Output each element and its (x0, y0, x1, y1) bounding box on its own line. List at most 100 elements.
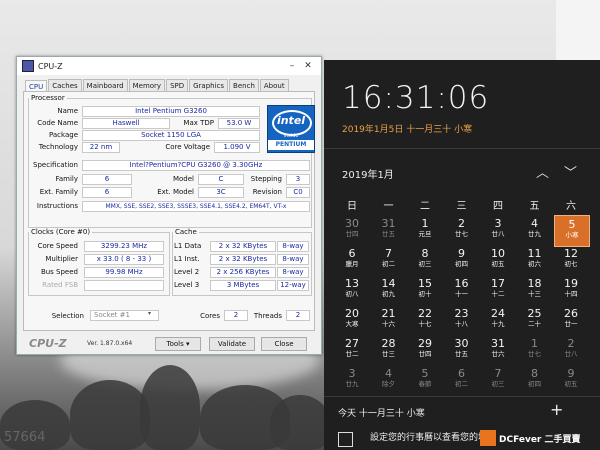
level2-label: Level 2 (174, 268, 200, 276)
calendar-day[interactable]: 30 廿四 (335, 215, 369, 245)
calendar-day[interactable]: 9 初五 (554, 365, 588, 395)
l1data-label: L1 Data (174, 242, 202, 250)
tab-memory[interactable]: Memory (128, 79, 166, 91)
calendar-day[interactable]: 5 春節 (408, 365, 442, 395)
lunar-date: 十六 (382, 320, 395, 328)
calendar-day[interactable]: 19 十四 (554, 275, 588, 305)
tab-graphics[interactable]: Graphics (189, 79, 229, 91)
cores-value: 2 (224, 310, 248, 321)
calendar-day[interactable]: 15 初十 (408, 275, 442, 305)
calendar-day[interactable]: 29 廿四 (408, 335, 442, 365)
calendar-day[interactable]: 8 初四 (518, 365, 552, 395)
day-number: 17 (491, 277, 505, 290)
lunar-date: 十一 (455, 290, 468, 298)
lunar-date: 廿七 (528, 350, 541, 358)
day-number: 1 (531, 337, 538, 350)
day-number: 25 (527, 307, 542, 320)
busspeed-value: 99.98 MHz (84, 267, 164, 278)
calendar-day[interactable]: 20 大寒 (335, 305, 369, 335)
tree (140, 365, 200, 450)
calendar-day[interactable]: 28 廿三 (372, 335, 406, 365)
calendar-day[interactable]: 2 廿八 (554, 335, 588, 365)
clock-calendar-flyout: 16:31:06 2019年1月5日 十一月三十 小寒 2019年1月 ︿ ﹀ … (324, 60, 600, 450)
cpuz-window[interactable]: CPU-Z – ✕ CPU Caches Mainboard Memory SP… (16, 56, 322, 355)
weekday-label: 三 (456, 201, 467, 212)
minimize-icon[interactable]: – (285, 60, 299, 72)
technology-label: Technology (38, 143, 78, 151)
tree (270, 395, 330, 450)
calendar-day[interactable]: 16 十一 (445, 275, 479, 305)
day-number: 31 (381, 217, 396, 230)
calendar-day[interactable]: 3 廿八 (481, 215, 515, 245)
day-number: 4 (385, 367, 392, 380)
day-number: 6 (458, 367, 465, 380)
tab-caches[interactable]: Caches (48, 79, 82, 91)
calendar-day[interactable]: 31 廿五 (372, 215, 406, 245)
calendar-day[interactable]: 27 廿二 (335, 335, 369, 365)
calendar-day[interactable]: 6 臘月 (335, 245, 369, 275)
calendar-day[interactable]: 12 初七 (554, 245, 588, 275)
lunar-date: 廿八 (491, 230, 505, 238)
weekday-label: 四 (493, 201, 503, 212)
calendar-day[interactable]: 24 十九 (481, 305, 515, 335)
calendar-day[interactable]: 14 初九 (372, 275, 406, 305)
day-number: 12 (564, 247, 578, 260)
calendar-day[interactable]: 7 初二 (372, 245, 406, 275)
calendar-day[interactable]: 4 廿九 (518, 215, 552, 245)
calendar-day[interactable]: 6 初二 (445, 365, 479, 395)
calendar-day[interactable]: 13 初八 (335, 275, 369, 305)
lunar-date: 廿九 (345, 380, 359, 388)
calendar-day[interactable]: 4 除夕 (372, 365, 406, 395)
calendar-day[interactable]: 22 十七 (408, 305, 442, 335)
calendar-day[interactable]: 23 十八 (445, 305, 479, 335)
lunar-date: 初二 (382, 260, 395, 268)
technology-value: 22 nm (82, 142, 120, 153)
calendar-day[interactable]: 1 廿七 (518, 335, 552, 365)
day-number: 26 (564, 307, 578, 320)
calendar-day[interactable]: 18 十三 (518, 275, 552, 305)
previous-month-icon[interactable]: ︿ (536, 162, 549, 181)
tab-about[interactable]: About (259, 79, 289, 91)
chevron-down-icon[interactable]: ▾ (148, 310, 151, 317)
lunar-date: 初五 (564, 380, 578, 388)
calendar-day[interactable]: 7 初三 (481, 365, 515, 395)
add-event-icon[interactable]: + (550, 400, 563, 419)
close-icon[interactable]: ✕ (301, 60, 315, 72)
calendar-day[interactable]: 30 廿五 (445, 335, 479, 365)
calendar-day[interactable]: 3 廿九 (335, 365, 369, 395)
l1data-way: 8-way (277, 241, 309, 252)
calendar-day[interactable]: 26 廿一 (554, 305, 588, 335)
day-number: 9 (567, 367, 575, 380)
calendar-day[interactable]: 9 初四 (445, 245, 479, 275)
calendar-day[interactable]: 17 十二 (481, 275, 515, 305)
level3-value: 3 MBytes (210, 280, 276, 291)
lunar-date: 廿五 (382, 230, 395, 238)
day-number: 6 (348, 247, 356, 260)
calendar-day[interactable]: 8 初三 (408, 245, 442, 275)
tab-bar: CPU Caches Mainboard Memory SPD Graphics… (25, 79, 321, 92)
calendar-day[interactable]: 2 廿七 (445, 215, 479, 245)
day-number: 5 (568, 218, 576, 231)
cpuz-titlebar[interactable]: CPU-Z – ✕ (17, 57, 321, 75)
calendar-day[interactable]: 21 十六 (372, 305, 406, 335)
lunar-date: 廿三 (382, 350, 395, 358)
stepping-value: 3 (286, 174, 310, 185)
calendar-day[interactable]: 10 初五 (481, 245, 515, 275)
close-button[interactable]: Close (261, 337, 307, 351)
tools-button[interactable]: Tools ▾ (155, 337, 201, 351)
calendar-day[interactable]: 1 元旦 (408, 215, 442, 245)
calendar-day[interactable]: 31 廿六 (481, 335, 515, 365)
day-number: 23 (454, 307, 469, 320)
day-number: 9 (458, 247, 465, 260)
next-month-icon[interactable]: ﹀ (564, 162, 577, 181)
tab-mainboard[interactable]: Mainboard (82, 79, 128, 91)
day-number: 30 (454, 337, 469, 350)
validate-button[interactable]: Validate (209, 337, 255, 351)
clock-date-link[interactable]: 2019年1月5日 十一月三十 小寒 (342, 122, 472, 135)
calendar-day[interactable]: 25 二十 (518, 305, 552, 335)
calendar-day[interactable]: 11 初六 (518, 245, 552, 275)
calendar-day-today[interactable]: 5 小寒 (554, 215, 590, 247)
tab-bench[interactable]: Bench (229, 79, 259, 91)
tab-spd[interactable]: SPD (166, 79, 189, 91)
calendar-month-label[interactable]: 2019年1月 (342, 166, 394, 181)
